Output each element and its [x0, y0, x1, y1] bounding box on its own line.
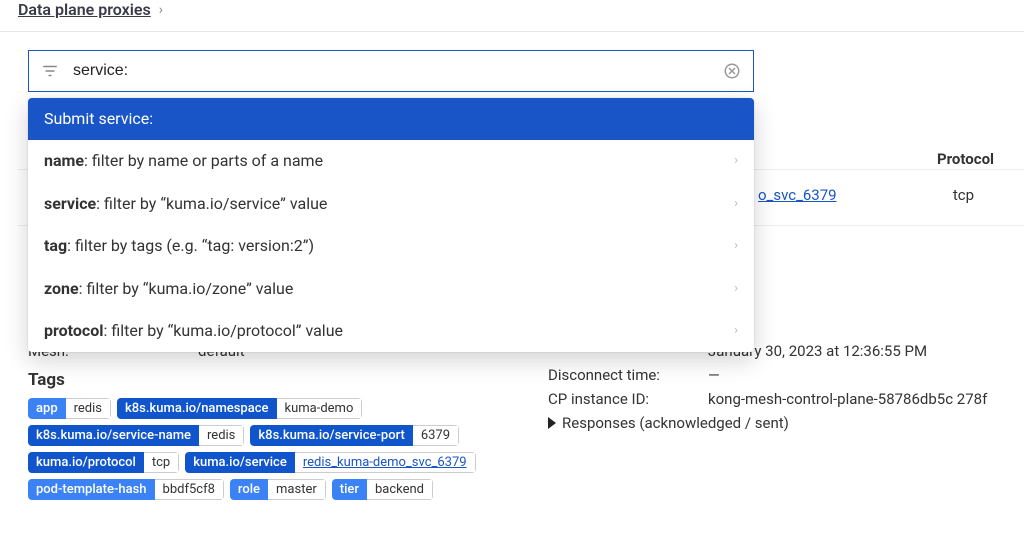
- tags-heading: Tags: [28, 370, 548, 390]
- search-input[interactable]: [73, 62, 723, 80]
- breadcrumb-item[interactable]: Data plane proxies: [18, 0, 151, 19]
- tag-pair[interactable]: kuma.io/protocoltcp: [28, 452, 179, 473]
- protocol-cell: tcp: [953, 186, 974, 204]
- tag-line: k8s.kuma.io/service-nameredis k8s.kuma.i…: [28, 425, 548, 446]
- responses-label: Responses (acknowledged / sent): [562, 414, 789, 432]
- col-protocol-header: Protocol: [937, 150, 994, 168]
- breadcrumb: Data plane proxies ›: [0, 0, 1024, 31]
- tag-pair[interactable]: pod-template-hashbbdf5cf8: [28, 479, 224, 500]
- dropdown-item-protocol[interactable]: protocol: filter by “kuma.io/protocol” v…: [28, 310, 754, 352]
- chevron-right-icon: ›: [734, 280, 738, 298]
- details-right-panel: Connect time: January 30, 2023 at 12:36:…: [548, 342, 1024, 506]
- connect-time-value: January 30, 2023 at 12:36:55 PM: [708, 342, 1024, 360]
- tag-pair[interactable]: k8s.kuma.io/namespacekuma-demo: [117, 398, 362, 419]
- cp-instance-value: kong-mesh-control-plane-58786db5c 278f: [708, 390, 1024, 408]
- responses-expander[interactable]: Responses (acknowledged / sent): [548, 414, 1024, 432]
- filter-suggestions-dropdown: Submit service: name: filter by name or …: [28, 98, 754, 352]
- cp-instance-label: CP instance ID:: [548, 390, 708, 408]
- details-left-panel: Mesh: default Tags appredis k8s.kuma.io/…: [18, 342, 548, 506]
- dropdown-item-service[interactable]: service: filter by “kuma.io/service” val…: [28, 183, 754, 225]
- triangle-right-icon: [548, 417, 556, 429]
- tag-pair[interactable]: appredis: [28, 398, 111, 419]
- disconnect-time-value: —: [708, 366, 1024, 384]
- chevron-right-icon: ›: [734, 237, 738, 255]
- chevron-right-icon: ›: [734, 322, 738, 340]
- filter-search-box[interactable]: [28, 50, 754, 92]
- clear-icon[interactable]: [723, 62, 741, 80]
- dropdown-item-submit[interactable]: Submit service:: [28, 98, 754, 140]
- tag-line: appredis k8s.kuma.io/namespacekuma-demo: [28, 398, 548, 419]
- tag-pair[interactable]: kuma.io/serviceredis_kuma-demo_svc_6379: [185, 452, 475, 473]
- tag-line: kuma.io/protocoltcp kuma.io/serviceredis…: [28, 452, 548, 473]
- tag-pair[interactable]: tierbackend: [332, 479, 433, 500]
- disconnect-time-label: Disconnect time:: [548, 366, 708, 384]
- dropdown-item-zone[interactable]: zone: filter by “kuma.io/zone” value ›: [28, 268, 754, 310]
- filter-icon: [41, 62, 59, 80]
- tag-pair[interactable]: k8s.kuma.io/service-nameredis: [28, 425, 244, 446]
- dropdown-item-name[interactable]: name: filter by name or parts of a name …: [28, 140, 754, 182]
- dropdown-item-tag[interactable]: tag: filter by tags (e.g. “tag: version:…: [28, 225, 754, 267]
- service-link[interactable]: o_svc_6379: [758, 186, 837, 204]
- tag-line: pod-template-hashbbdf5cf8 rolemaster tie…: [28, 479, 548, 500]
- tag-pair[interactable]: k8s.kuma.io/service-port6379: [250, 425, 459, 446]
- chevron-right-icon: ›: [159, 2, 163, 18]
- chevron-right-icon: ›: [734, 152, 738, 170]
- tag-pair[interactable]: rolemaster: [230, 479, 326, 500]
- dropdown-submit-text: Submit service:: [44, 108, 153, 130]
- chevron-right-icon: ›: [734, 195, 738, 213]
